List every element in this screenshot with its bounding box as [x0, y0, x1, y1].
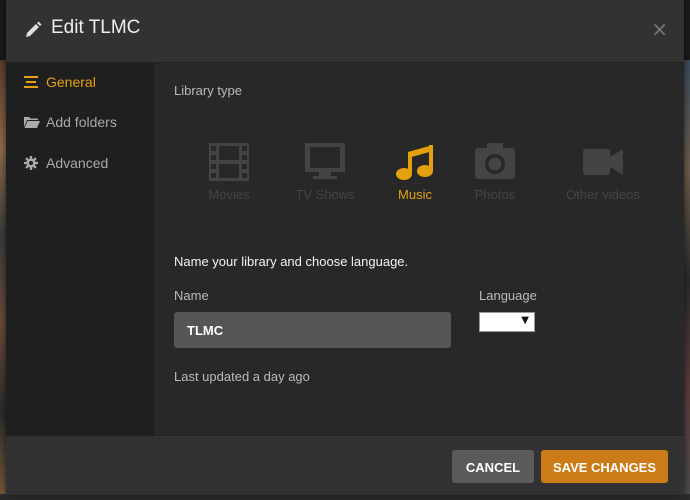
library-type-selector: Movies TV Shows Music Photos Other video…: [174, 143, 674, 213]
edit-library-dialog: Edit TLMC × General Add folders Advanced…: [6, 0, 684, 495]
library-type-label: Movies: [208, 187, 250, 202]
library-type-label: Photos: [474, 187, 516, 202]
name-label: Name: [174, 288, 209, 303]
library-type-other-videos[interactable]: Other videos: [548, 143, 658, 213]
sidebar-item-general[interactable]: General: [6, 63, 154, 103]
folder-icon: [24, 115, 40, 129]
library-type-label: Library type: [174, 83, 242, 98]
sidebar-item-advanced[interactable]: Advanced: [6, 144, 154, 184]
language-label: Language: [479, 288, 537, 303]
save-changes-button[interactable]: SAVE CHANGES: [541, 450, 668, 483]
language-select[interactable]: ▼: [479, 312, 535, 332]
list-icon: [24, 75, 38, 89]
close-icon[interactable]: ×: [651, 18, 668, 40]
library-type-movies[interactable]: Movies: [194, 143, 264, 213]
sidebar: General Add folders Advanced: [6, 63, 154, 435]
library-type-photos[interactable]: Photos: [460, 143, 530, 213]
dialog-footer: CANCEL SAVE CHANGES: [6, 435, 684, 495]
music-note-icon: [380, 143, 450, 181]
film-icon: [194, 143, 264, 181]
sidebar-item-add-folders[interactable]: Add folders: [6, 103, 154, 143]
sidebar-item-label: General: [46, 74, 96, 90]
camera-icon: [460, 143, 530, 181]
video-camera-icon: [548, 143, 658, 181]
library-type-music[interactable]: Music: [380, 143, 450, 213]
cancel-button[interactable]: CANCEL: [452, 450, 534, 483]
caret-down-icon: ▼: [521, 315, 529, 326]
content-panel: Library type Movies TV Shows Music Photo…: [154, 63, 684, 435]
tv-icon: [280, 143, 370, 181]
library-type-label: TV Shows: [295, 187, 355, 202]
sidebar-item-label: Add folders: [46, 114, 117, 130]
library-type-label: Music: [398, 187, 432, 202]
library-type-label: Other videos: [566, 187, 640, 202]
name-language-prompt: Name your library and choose language.: [174, 254, 409, 269]
last-updated-text: Last updated a day ago: [174, 369, 310, 384]
background-strip-right: [684, 60, 690, 500]
library-name-input[interactable]: [174, 312, 451, 348]
dialog-header: Edit TLMC ×: [6, 0, 684, 63]
library-type-tv-shows[interactable]: TV Shows: [280, 143, 370, 213]
dialog-title: Edit TLMC: [51, 17, 141, 38]
pencil-icon: [23, 20, 43, 40]
sidebar-item-label: Advanced: [46, 155, 109, 171]
gear-icon: [24, 156, 38, 170]
